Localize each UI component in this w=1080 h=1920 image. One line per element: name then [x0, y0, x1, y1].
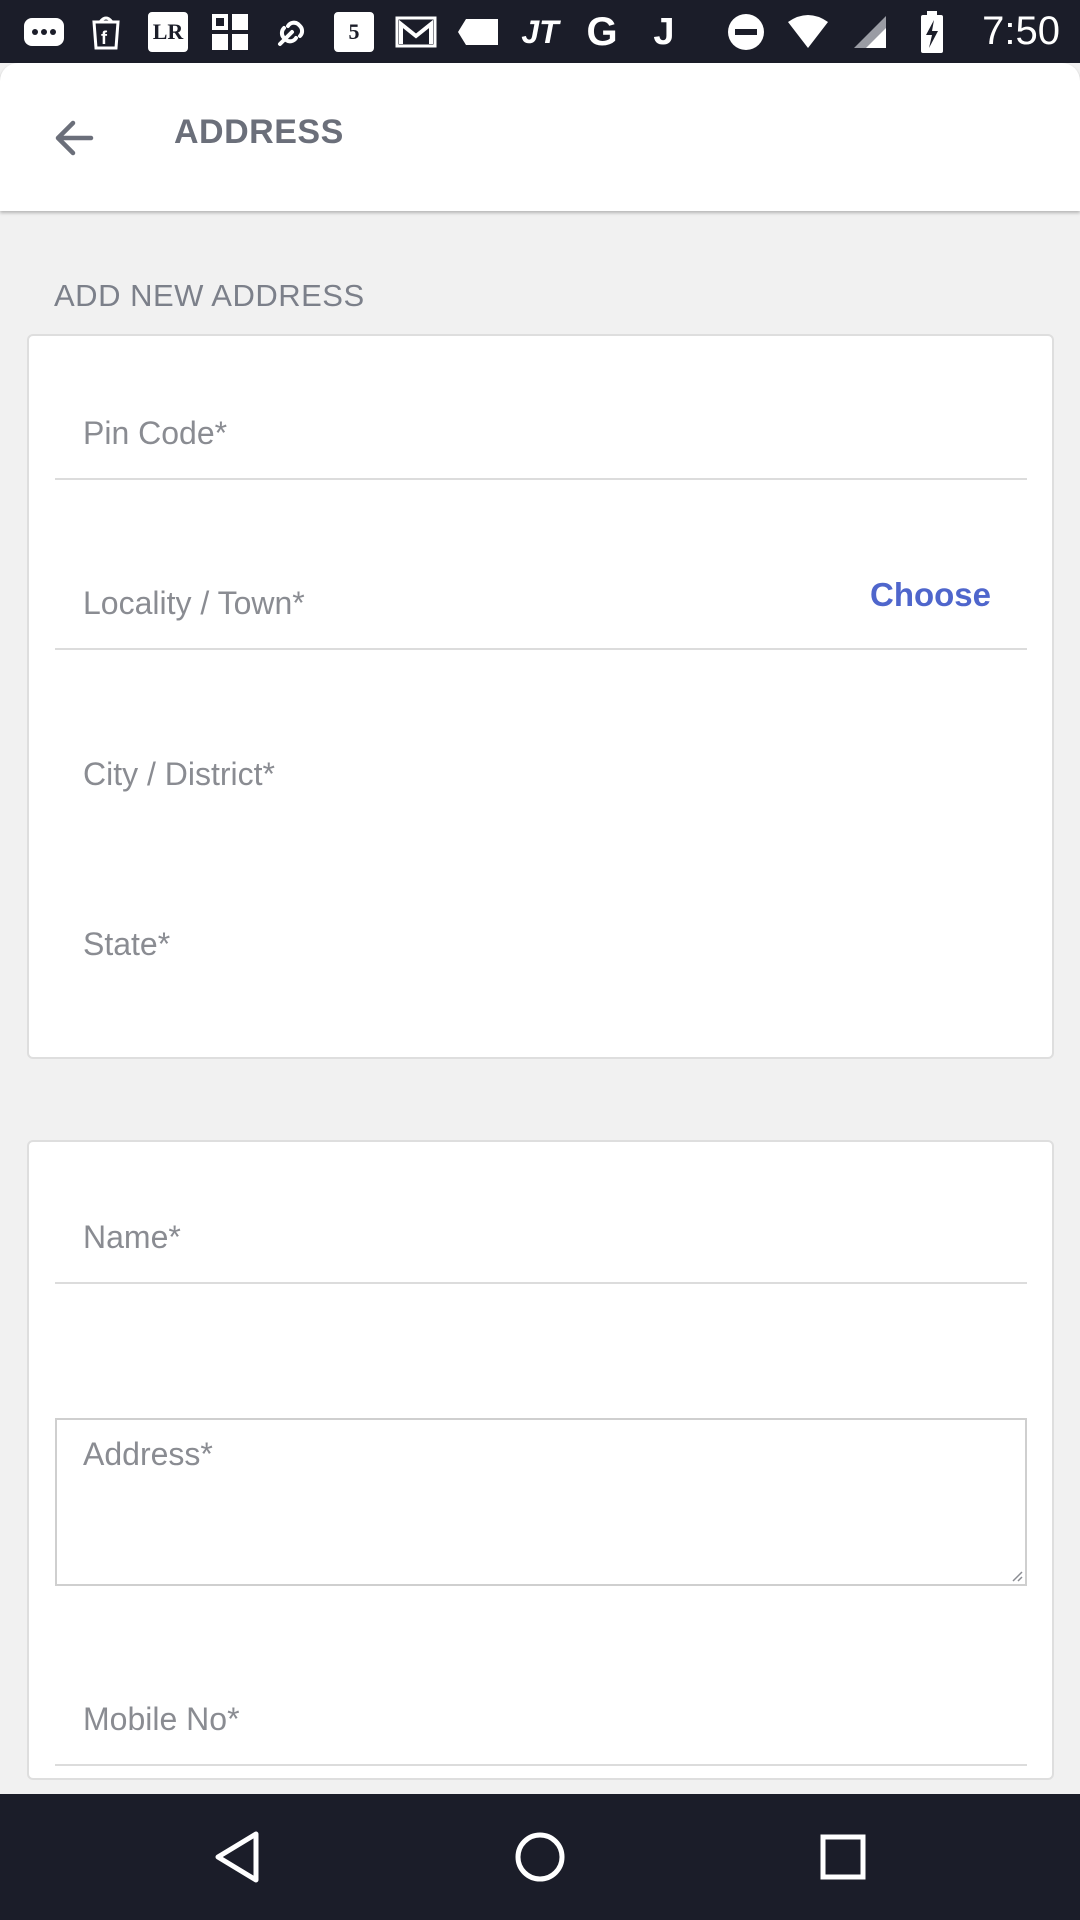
- app-bar: ADDRESS: [0, 63, 1080, 211]
- square-recents-icon: [820, 1834, 866, 1880]
- status-time: 7:50: [982, 9, 1060, 53]
- resize-grip-icon[interactable]: [1009, 1568, 1023, 1582]
- mobile-field-wrapper: [55, 1646, 1027, 1766]
- address-field[interactable]: [57, 1420, 1025, 1584]
- city-field-wrapper: [55, 700, 1027, 820]
- jt-app-icon: JT: [521, 13, 559, 50]
- name-field[interactable]: [55, 1164, 1027, 1282]
- signal-icon: [848, 10, 892, 54]
- locality-field-wrapper: Choose: [55, 530, 1027, 650]
- section-heading: ADD NEW ADDRESS: [54, 278, 365, 313]
- wifi-icon: [786, 10, 830, 54]
- location-card: Choose: [27, 334, 1054, 1059]
- nav-back-button[interactable]: [202, 1822, 272, 1892]
- state-field-wrapper: [55, 870, 1027, 990]
- screen: f LR 5 JT G J 7:50 ADDRESS ADD NEW ADDRE…: [0, 0, 1080, 1920]
- back-button[interactable]: [40, 103, 110, 173]
- five-app-label: 5: [334, 11, 374, 52]
- lr-app-icon: LR: [146, 10, 190, 54]
- google-icon: G: [586, 9, 618, 54]
- contact-card: [27, 1140, 1054, 1780]
- link-app-icon: [270, 10, 314, 54]
- svg-text:f: f: [101, 28, 108, 48]
- state-field[interactable]: [55, 870, 1027, 990]
- pin-code-field-wrapper: [55, 360, 1027, 480]
- triangle-back-icon: [215, 1831, 259, 1883]
- more-icon: [22, 10, 66, 54]
- nav-home-button[interactable]: [505, 1822, 575, 1892]
- page-title: ADDRESS: [174, 113, 344, 151]
- city-field[interactable]: [55, 700, 1027, 820]
- do-not-disturb-icon: [724, 10, 768, 54]
- nav-recents-button[interactable]: [808, 1822, 878, 1892]
- back-arrow-icon: [55, 120, 94, 156]
- grid-app-icon: [208, 10, 252, 54]
- pin-code-field[interactable]: [55, 360, 1027, 478]
- navigation-bar: [0, 1794, 1080, 1920]
- five-app-icon: 5: [332, 10, 376, 54]
- j-app-icon: J: [653, 10, 675, 53]
- battery-charging-icon: [910, 10, 954, 54]
- lr-app-label: LR: [148, 11, 188, 52]
- tag-icon: [456, 10, 500, 54]
- name-field-wrapper: [55, 1164, 1027, 1284]
- circle-home-icon: [515, 1832, 565, 1882]
- mobile-field[interactable]: [55, 1646, 1027, 1764]
- status-bar: f LR 5 JT G J 7:50: [0, 0, 1080, 63]
- food-app-icon: f: [84, 10, 128, 54]
- choose-locality-button[interactable]: Choose: [870, 576, 991, 614]
- address-field-wrapper: [55, 1418, 1027, 1586]
- notification-icons: f LR 5 JT G J: [22, 10, 704, 54]
- mail-icon: [394, 10, 438, 54]
- system-icons: 7:50: [724, 9, 1060, 54]
